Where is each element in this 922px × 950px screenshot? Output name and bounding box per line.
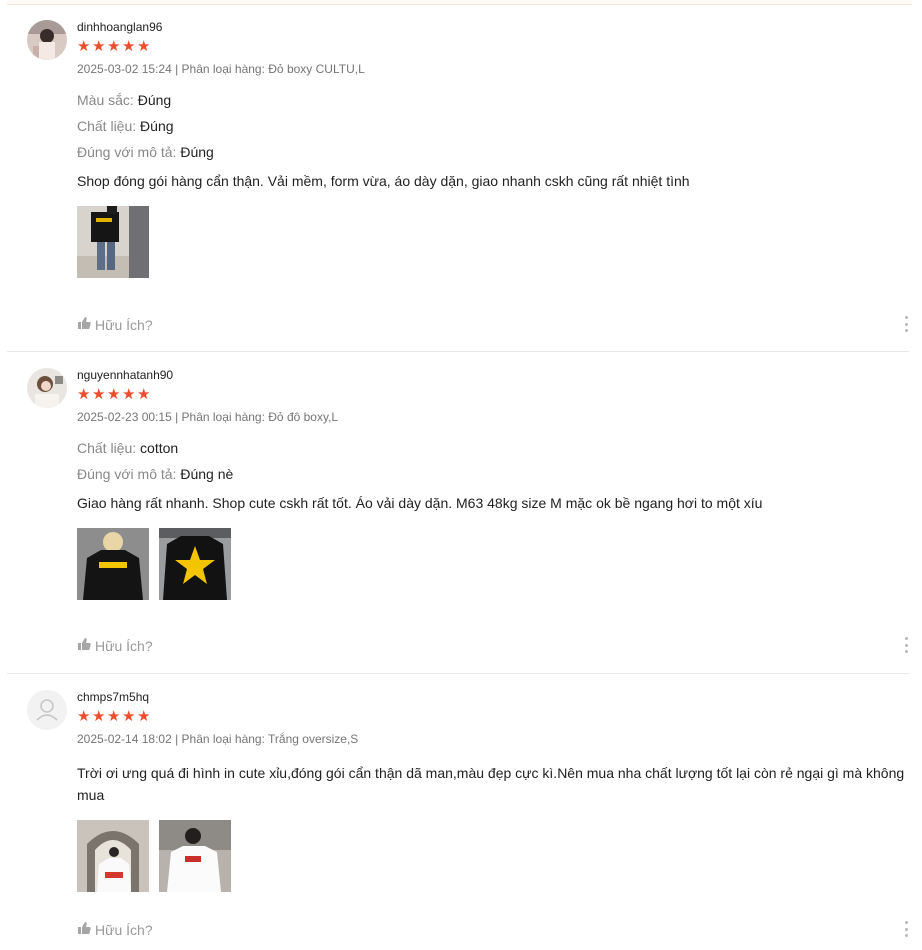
review-actions: Hữu Ích? <box>77 921 909 939</box>
star-icon: ★ <box>77 708 91 725</box>
helpful-label: Hữu Ích? <box>95 921 153 938</box>
review-item: nguyennhatanh90 ★ ★ ★ ★ ★ 2025-02-23 00:… <box>7 368 909 674</box>
more-options-icon[interactable] <box>903 316 909 332</box>
review-photo[interactable] <box>77 528 149 600</box>
review-actions: Hữu Ích? <box>77 637 909 655</box>
star-icon: ★ <box>77 386 91 403</box>
star-icon: ★ <box>77 38 91 55</box>
attribute-row: Chất liệu: Đúng <box>77 118 174 134</box>
review-photo[interactable] <box>159 820 231 892</box>
review-meta: 2025-02-23 00:15 | Phân loại hàng: Đỏ đô… <box>77 410 339 424</box>
review-photos <box>77 820 909 892</box>
username[interactable]: nguyennhatanh90 <box>77 368 909 382</box>
star-icon: ★ <box>137 708 151 725</box>
star-icon: ★ <box>137 386 151 403</box>
more-options-icon[interactable] <box>903 921 909 937</box>
star-icon: ★ <box>92 708 106 725</box>
review-photos <box>77 528 909 600</box>
rating-stars: ★ ★ ★ ★ ★ <box>77 386 909 403</box>
thumbs-up-icon <box>77 316 91 333</box>
rating-stars: ★ ★ ★ ★ ★ <box>77 708 909 725</box>
avatar[interactable] <box>27 690 67 730</box>
username[interactable]: dinhhoanglan96 <box>77 20 909 34</box>
username[interactable]: chmps7m5hq <box>77 690 909 704</box>
review-meta: 2025-02-14 18:02 | Phân loại hàng: Trắng… <box>77 732 359 746</box>
attribute-row: Chất liệu: cotton <box>77 440 179 456</box>
avatar[interactable] <box>27 368 67 408</box>
review-attributes: Chất liệu: cotton Đúng với mô tả: Đúng n… <box>77 440 909 482</box>
review-meta: 2025-03-02 15:24 | Phân loại hàng: Đỏ bo… <box>77 62 365 76</box>
helpful-label: Hữu Ích? <box>95 637 153 654</box>
thumbs-up-icon <box>77 921 91 938</box>
star-icon: ★ <box>137 38 151 55</box>
more-options-icon[interactable] <box>903 637 909 653</box>
star-icon: ★ <box>122 38 136 55</box>
star-icon: ★ <box>107 386 121 403</box>
review-photo[interactable] <box>77 820 149 892</box>
star-icon: ★ <box>92 38 106 55</box>
top-divider <box>7 0 912 5</box>
review-item: chmps7m5hq ★ ★ ★ ★ ★ 2025-02-14 18:02 | … <box>7 690 909 950</box>
review-comment: Shop đóng gói hàng cẩn thận. Vải mềm, fo… <box>77 173 690 189</box>
review-actions: Hữu Ích? <box>77 316 909 334</box>
attribute-row: Đúng với mô tả: Đúng <box>77 144 214 160</box>
review-comment: Giao hàng rất nhanh. Shop cute cskh rất … <box>77 495 763 511</box>
review-attributes: Màu sắc: Đúng Chất liệu: Đúng Đúng với m… <box>77 92 909 160</box>
thumbs-up-icon <box>77 637 91 654</box>
rating-stars: ★ ★ ★ ★ ★ <box>77 38 909 55</box>
review-item: dinhhoanglan96 ★ ★ ★ ★ ★ 2025-03-02 15:2… <box>7 20 909 352</box>
star-icon: ★ <box>122 386 136 403</box>
star-icon: ★ <box>92 386 106 403</box>
star-icon: ★ <box>107 38 121 55</box>
review-photos <box>77 206 909 278</box>
review-photo[interactable] <box>77 206 149 278</box>
review-comment: Trời ơi ưng quá đi hình in cute xỉu,đóng… <box>77 765 905 803</box>
attribute-row: Đúng với mô tả: Đúng nè <box>77 466 234 482</box>
star-icon: ★ <box>107 708 121 725</box>
default-user-icon <box>27 690 67 730</box>
helpful-label: Hữu Ích? <box>95 316 153 333</box>
avatar[interactable] <box>27 20 67 60</box>
helpful-button[interactable]: Hữu Ích? <box>77 637 153 654</box>
attribute-row: Màu sắc: Đúng <box>77 92 172 108</box>
helpful-button[interactable]: Hữu Ích? <box>77 921 153 938</box>
star-icon: ★ <box>122 708 136 725</box>
helpful-button[interactable]: Hữu Ích? <box>77 316 153 333</box>
review-photo[interactable] <box>159 528 231 600</box>
